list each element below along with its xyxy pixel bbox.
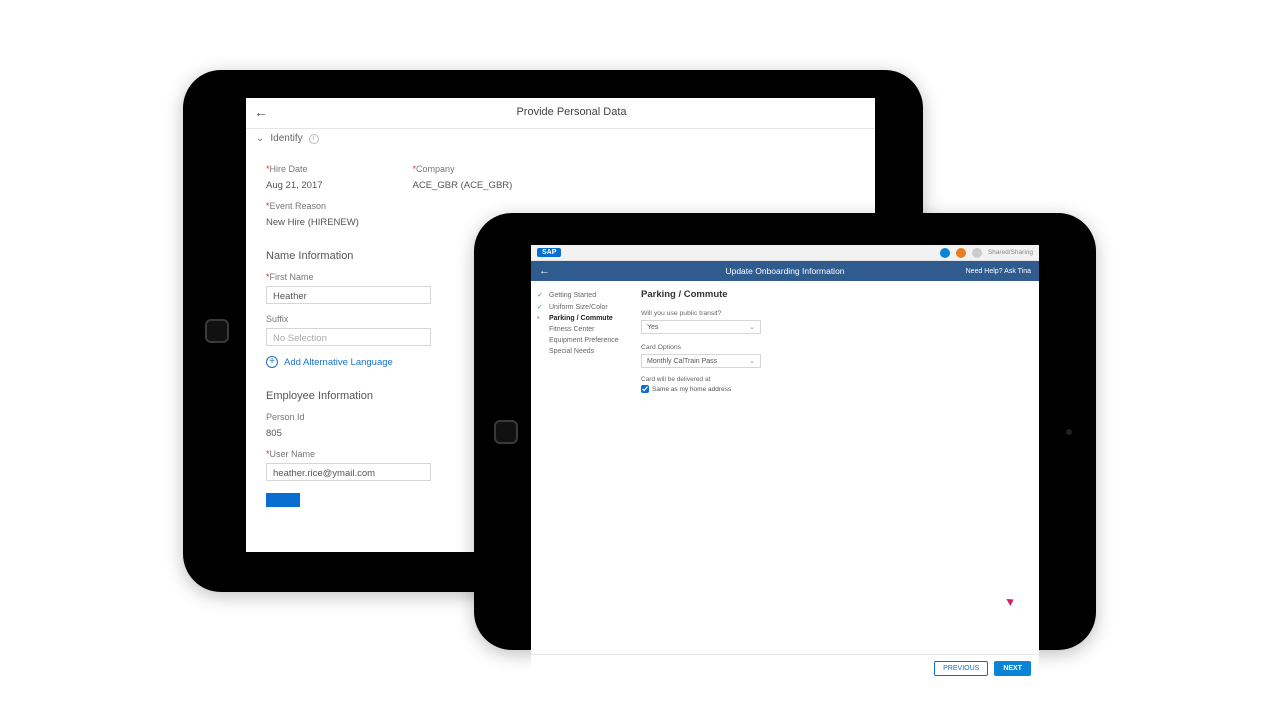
step-label: Uniform Size/Color [549,304,608,311]
info-icon: i [309,134,319,144]
back-icon[interactable]: ← [254,104,268,120]
screen-onboarding: SAP Shared/Sharing ← Update Onboarding I… [531,245,1039,682]
same-address-checkbox[interactable]: Same as my home address [641,385,1029,393]
camera-icon [1066,429,1072,435]
chevron-down-icon: ⌄ [749,357,755,365]
section-toggle-identity[interactable]: ⌄ Identify i [246,129,875,148]
check-icon: ✓ [537,303,545,311]
step-item[interactable]: Special Needs [537,346,625,357]
step-label: Parking / Commute [549,315,613,322]
suffix-select[interactable]: No Selection [266,328,431,346]
step-item[interactable]: ✓ Uniform Size/Color [537,301,625,313]
field-hire-date: *Hire Date Aug 21, 2017 [266,164,323,191]
alert-icon[interactable] [956,248,966,258]
page-title: Provide Personal Data [278,106,865,118]
step-label: Special Needs [549,348,594,355]
onboarding-body: ✓ Getting Started ✓ Uniform Size/Color • Park… [531,281,1039,654]
check-icon: ✓ [537,291,545,299]
tablet-onboarding: SAP Shared/Sharing ← Update Onboarding I… [474,213,1096,650]
step-label: Equipment Preference [549,337,619,344]
chevron-down-icon: ⌄ [749,323,755,331]
share-link[interactable]: Shared/Sharing [988,249,1033,256]
home-button-icon [205,319,229,343]
home-button-icon [494,420,518,444]
card-options-select[interactable]: Monthly CalTrain Pass ⌄ [641,354,761,368]
form-title: Parking / Commute [641,289,1029,300]
title-bar: ← Update Onboarding Information Need Hel… [531,261,1039,281]
step-item[interactable]: ✓ Getting Started [537,289,625,301]
field-company: *Company ACE_GBR (ACE_GBR) [413,164,513,191]
sap-logo-icon: SAP [537,248,561,257]
section-title: Identify [270,133,302,144]
public-transit-select[interactable]: Yes ⌄ [641,320,761,334]
notification-icon[interactable] [940,248,950,258]
page-header: ← Provide Personal Data [246,98,875,129]
field-first-name: *First Name Heather [266,272,431,304]
bar-title: Update Onboarding Information [531,266,1039,276]
step-item[interactable]: Fitness Center [537,324,625,335]
step-label: Getting Started [549,292,596,299]
previous-button[interactable]: PREVIOUS [934,661,988,676]
chevron-down-icon: ⌄ [256,133,264,144]
plus-icon: + [266,356,278,368]
step-list: ✓ Getting Started ✓ Uniform Size/Color • Park… [531,281,631,654]
bullet-icon: • [537,315,545,322]
delivery-note: Card will be delivered at [641,376,1029,383]
first-name-input[interactable]: Heather [266,286,431,304]
avatar-icon[interactable] [972,248,982,258]
same-address-input[interactable] [641,385,649,393]
field-public-transit: Will you use public transit? Yes ⌄ [641,310,1029,334]
step-item[interactable]: • Parking / Commute [537,313,625,324]
parking-form: Parking / Commute Will you use public tr… [631,281,1039,654]
continue-button[interactable] [266,493,300,507]
wizard-footer: PREVIOUS NEXT [531,654,1039,682]
step-item[interactable]: Equipment Preference [537,335,625,346]
next-button[interactable]: NEXT [994,661,1031,676]
step-label: Fitness Center [549,326,595,333]
user-name-input[interactable]: heather.rice@ymail.com [266,463,431,481]
shell-header: SAP Shared/Sharing [531,245,1039,261]
field-card-options: Card Options Monthly CalTrain Pass ⌄ [641,344,1029,368]
